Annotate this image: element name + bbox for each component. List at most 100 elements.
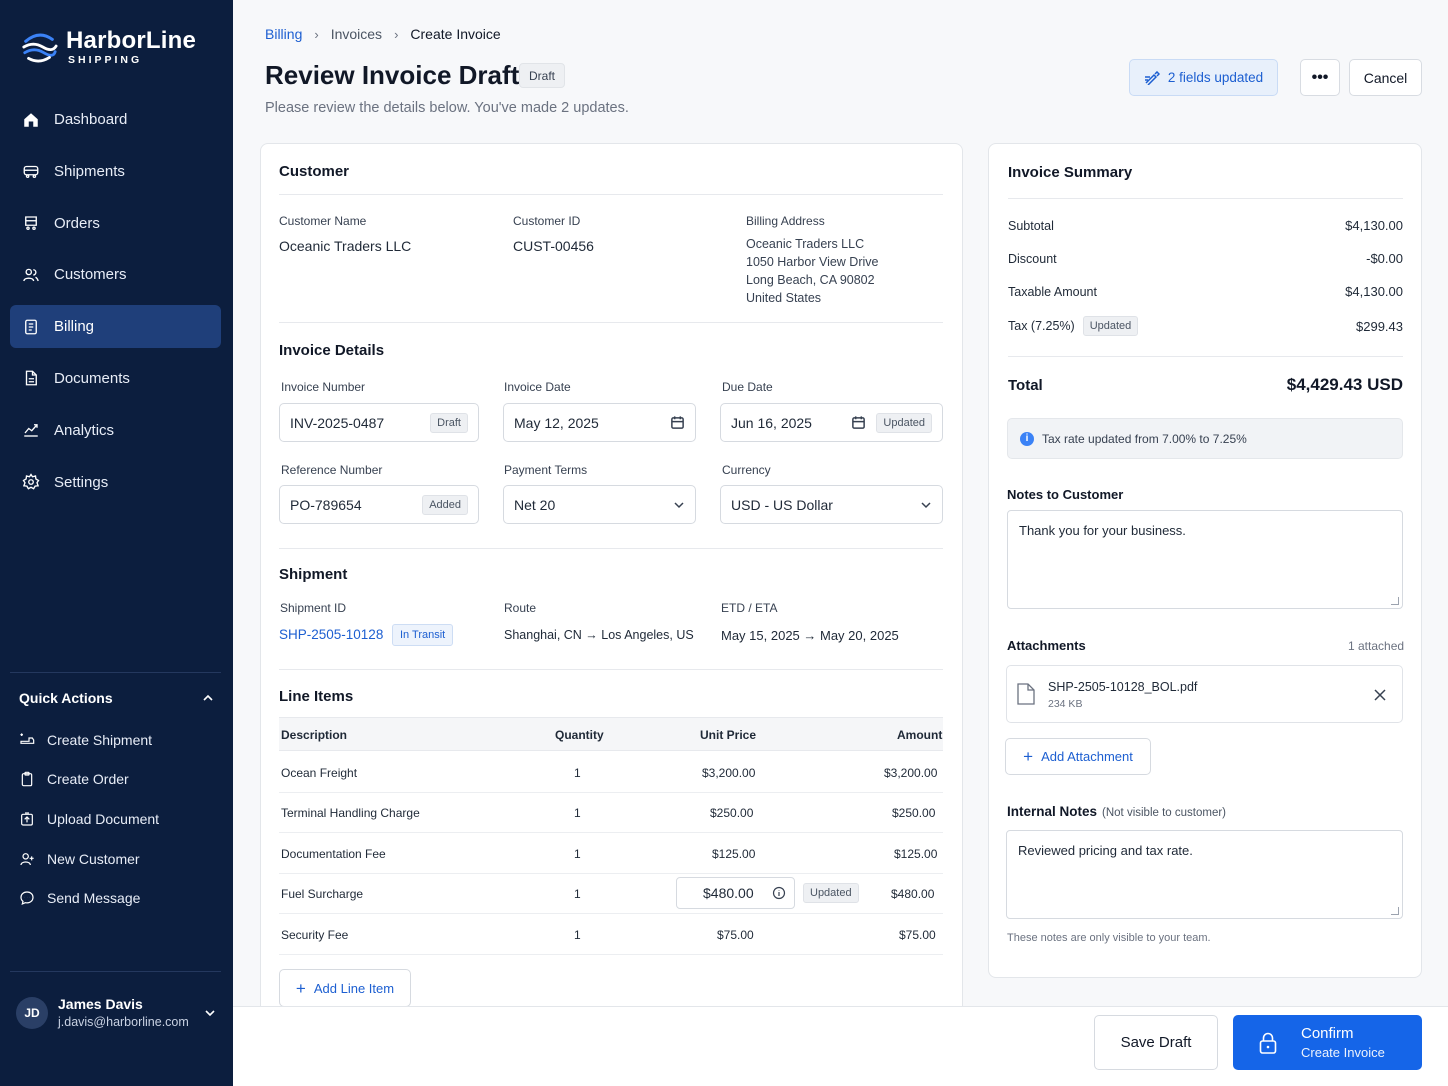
in-transit-badge: In Transit — [392, 624, 454, 646]
nav-label: Settings — [54, 473, 109, 491]
add-line-item-button[interactable]: + Add Line Item — [279, 969, 411, 1007]
user-add-icon — [20, 852, 34, 865]
nav-shipments[interactable]: Shipments — [10, 150, 221, 193]
row-divider — [279, 792, 943, 793]
row-amount: $125.00 — [894, 847, 938, 861]
summary-title: Invoice Summary — [1008, 164, 1133, 181]
due-date-field[interactable]: Jun 16, 2025 Updated — [720, 403, 943, 442]
nav-customers[interactable]: Customers — [10, 253, 221, 296]
chevron-down-icon — [921, 501, 931, 508]
brand-name: HarborLine — [66, 27, 197, 54]
payment-terms-select[interactable]: Net 20 — [503, 485, 696, 524]
shipment-id-link[interactable]: SHP-2505-10128 — [279, 627, 383, 642]
section-divider — [279, 194, 943, 195]
internal-notes-hint: (Not visible to customer) — [1102, 807, 1227, 819]
nav-label: Shipments — [54, 162, 125, 180]
row-divider — [279, 913, 943, 914]
total-label: Total — [1008, 376, 1043, 394]
sidebar-divider — [10, 672, 221, 673]
plus-truck-icon — [20, 733, 35, 744]
nav-analytics[interactable]: Analytics — [10, 409, 221, 452]
confirm-create-invoice-button[interactable]: Confirm Create Invoice — [1233, 1015, 1422, 1070]
row-unit-price: $75.00 — [717, 928, 754, 942]
quick-actions-list: Create Shipment Create Order Upload Docu… — [19, 720, 219, 918]
calendar-icon[interactable] — [670, 415, 685, 430]
qa-create-shipment[interactable]: Create Shipment — [19, 720, 219, 760]
upload-icon — [21, 812, 33, 826]
customer-id: CUST-00456 — [513, 238, 594, 254]
add-attachment-button[interactable]: + Add Attachment — [1005, 738, 1151, 775]
currency-select[interactable]: USD - US Dollar — [720, 485, 943, 524]
nav-dashboard[interactable]: Dashboard — [10, 98, 221, 141]
nav-label: Customers — [54, 266, 127, 284]
subtotal-row: Subtotal $4,130.00 — [1008, 218, 1403, 233]
route-value: Shanghai, CN → Los Angeles, US — [504, 628, 694, 642]
attachment-item[interactable]: SHP-2505-10128_BOL.pdf 234 KB — [1006, 665, 1403, 723]
notes-textarea[interactable]: Thank you for your business. — [1007, 510, 1403, 609]
billing-address-label: Billing Address — [746, 214, 825, 228]
row-unit-price: $125.00 — [712, 847, 756, 861]
status-badge: Draft — [519, 63, 566, 88]
internal-notes-textarea[interactable]: Reviewed pricing and tax rate. — [1006, 830, 1403, 919]
section-divider — [279, 322, 943, 323]
chevron-down-icon — [205, 1009, 215, 1016]
calendar-icon[interactable] — [851, 415, 866, 430]
qa-send-message[interactable]: Send Message — [19, 878, 219, 918]
main-nav: Dashboard Shipments Orders Customers Bil… — [10, 98, 221, 512]
qa-label: Create Order — [47, 771, 129, 788]
quick-actions-header[interactable]: Quick Actions — [19, 690, 214, 706]
fields-updated-button[interactable]: 2 fields updated — [1129, 59, 1278, 96]
brand[interactable]: HarborLine SHIPPING — [20, 28, 196, 66]
nav-billing[interactable]: Billing — [10, 305, 221, 349]
more-options-button[interactable]: ••• — [1300, 59, 1340, 96]
subtotal-label: Subtotal — [1008, 218, 1054, 233]
unit-price-input[interactable]: $480.00 — [676, 877, 795, 909]
tax-info-banner: i Tax rate updated from 7.00% to 7.25% — [1007, 418, 1403, 459]
qa-create-order[interactable]: Create Order — [19, 760, 219, 800]
gear-icon — [22, 473, 40, 491]
discount-label: Discount — [1008, 251, 1057, 266]
invoice-date-field[interactable]: May 12, 2025 — [503, 403, 696, 442]
fields-updated-label: 2 fields updated — [1167, 70, 1264, 85]
quick-actions-title: Quick Actions — [19, 690, 113, 706]
invoice-number-field[interactable]: INV-2025-0487 Draft — [279, 403, 479, 442]
col-amount: Amount — [897, 728, 943, 742]
address-line: Long Beach, CA 90802 — [746, 273, 875, 287]
col-unit-price: Unit Price — [700, 728, 757, 742]
shipment-section-title: Shipment — [279, 566, 348, 583]
attachment-filename: SHP-2505-10128_BOL.pdf — [1048, 680, 1198, 694]
chevron-right-icon: › — [394, 26, 399, 42]
qa-label: Send Message — [47, 890, 141, 907]
qa-upload-document[interactable]: Upload Document — [19, 799, 219, 839]
etd-eta-value: May 15, 2025 → May 20, 2025 — [721, 628, 899, 643]
row-divider — [279, 954, 943, 955]
nav-documents[interactable]: Documents — [10, 357, 221, 400]
breadcrumb-invoices[interactable]: Invoices — [331, 26, 382, 42]
invoice-date-label: Invoice Date — [504, 380, 571, 394]
user-profile[interactable]: JD James Davis j.davis@harborline.com — [16, 996, 216, 1029]
nav-label: Orders — [54, 214, 100, 232]
qa-label: Upload Document — [47, 810, 160, 827]
row-divider — [279, 873, 943, 874]
row-quantity: 1 — [574, 928, 581, 942]
address-line: Oceanic Traders LLC — [746, 237, 865, 251]
row-amount: $75.00 — [899, 928, 936, 942]
document-icon — [22, 369, 40, 387]
resize-handle-icon[interactable] — [1391, 597, 1399, 605]
cancel-button[interactable]: Cancel — [1349, 59, 1422, 96]
clipboard-icon — [21, 772, 33, 787]
col-quantity: Quantity — [555, 728, 604, 742]
invoice-number-value: INV-2025-0487 — [290, 414, 385, 431]
resize-handle-icon[interactable] — [1391, 907, 1399, 915]
qa-new-customer[interactable]: New Customer — [19, 839, 219, 879]
close-icon[interactable] — [1374, 689, 1386, 701]
home-icon — [22, 111, 40, 129]
row-quantity: 1 — [574, 806, 581, 820]
updated-chip: Updated — [876, 412, 932, 433]
breadcrumb-billing[interactable]: Billing — [265, 26, 302, 42]
nav-settings[interactable]: Settings — [10, 461, 221, 504]
save-draft-button[interactable]: Save Draft — [1094, 1015, 1218, 1070]
reference-number-field[interactable]: PO-789654 Added — [279, 485, 479, 524]
row-unit-price: $250.00 — [710, 806, 754, 820]
nav-orders[interactable]: Orders — [10, 202, 221, 245]
